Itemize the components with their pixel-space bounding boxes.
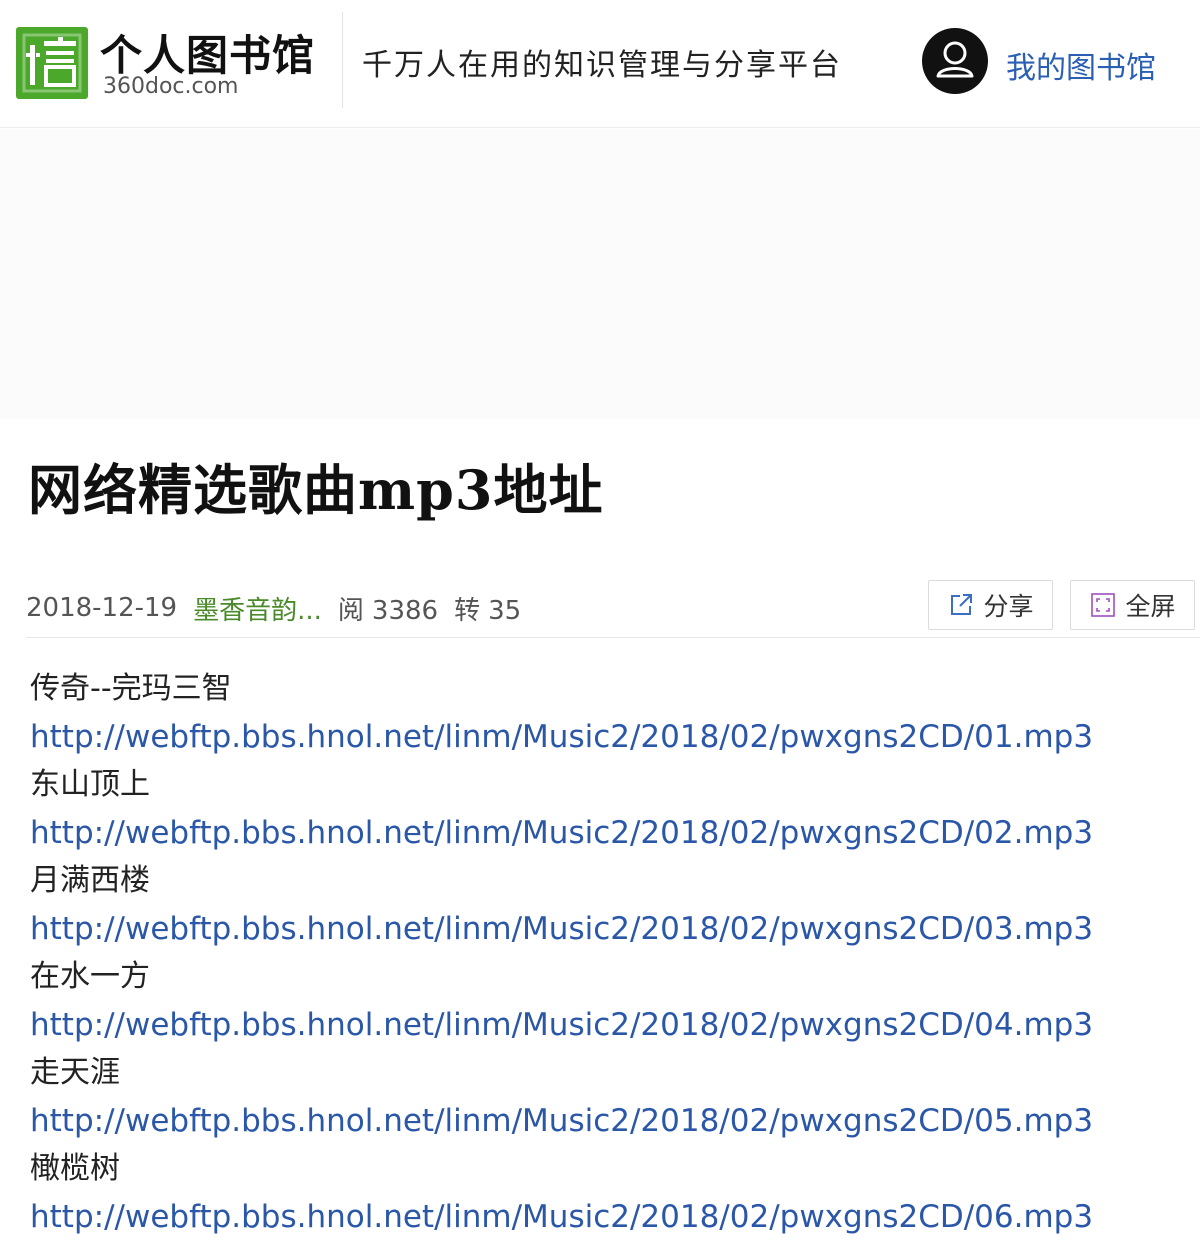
list-item: 走天涯 http://webftp.bbs.hnol.net/linm/Musi… [30, 1049, 1190, 1145]
my-library-link[interactable]: 我的图书馆 [1006, 43, 1156, 87]
song-title: 在水一方 [30, 959, 150, 994]
fullscreen-button[interactable]: 全屏 [1070, 580, 1195, 630]
article-author[interactable]: 墨香音韵... [193, 590, 322, 627]
mp3-link[interactable]: http://webftp.bbs.hnol.net/linm/Music2/2… [30, 905, 1190, 953]
fullscreen-label: 全屏 [1125, 592, 1176, 621]
list-item: 传奇--完玛三智 http://webftp.bbs.hnol.net/linm… [30, 665, 1190, 761]
song-list: 传奇--完玛三智 http://webftp.bbs.hnol.net/linm… [30, 665, 1190, 1241]
meta-divider [26, 637, 1200, 638]
user-avatar-icon[interactable] [922, 28, 988, 94]
song-title: 东山顶上 [30, 767, 150, 802]
share-label: 分享 [983, 592, 1034, 621]
article-title: 网络精选歌曲mp3地址 [28, 458, 604, 522]
article-meta: 2018-12-19 墨香音韵... 阅 3386 转 35 [26, 588, 537, 628]
share-icon [951, 594, 973, 615]
song-title: 月满西楼 [30, 863, 150, 898]
site-tagline: 千万人在用的知识管理与分享平台 [362, 48, 842, 83]
mp3-link[interactable]: http://webftp.bbs.hnol.net/linm/Music2/2… [30, 1193, 1190, 1241]
reposts-label: 转 [454, 595, 481, 626]
list-item: 在水一方 http://webftp.bbs.hnol.net/linm/Mus… [30, 953, 1190, 1049]
share-button[interactable]: 分享 [928, 580, 1053, 630]
mp3-link[interactable]: http://webftp.bbs.hnol.net/linm/Music2/2… [30, 1097, 1190, 1145]
fullscreen-icon [1091, 593, 1116, 617]
library-logo-icon[interactable] [16, 27, 88, 99]
list-item: 橄榄树 http://webftp.bbs.hnol.net/linm/Musi… [30, 1145, 1190, 1241]
ad-banner-area [0, 129, 1200, 419]
article-date: 2018-12-19 [26, 593, 178, 623]
site-header: 个人图书馆 360doc.com 千万人在用的知识管理与分享平台 我的图书馆 [0, 0, 1200, 128]
reads-label: 阅 [337, 595, 364, 626]
song-title: 橄榄树 [30, 1151, 120, 1186]
reads-count: 3386 [371, 595, 439, 626]
song-title: 走天涯 [30, 1055, 120, 1090]
list-item: 月满西楼 http://webftp.bbs.hnol.net/linm/Mus… [30, 857, 1190, 953]
header-divider [342, 12, 343, 108]
mp3-link[interactable]: http://webftp.bbs.hnol.net/linm/Music2/2… [30, 809, 1190, 857]
list-item: 东山顶上 http://webftp.bbs.hnol.net/linm/Mus… [30, 761, 1190, 857]
brand-domain: 360doc.com [103, 74, 239, 99]
mp3-link[interactable]: http://webftp.bbs.hnol.net/linm/Music2/2… [30, 1001, 1190, 1049]
reads-stat: 阅 3386 [338, 590, 438, 627]
song-title: 传奇--完玛三智 [30, 671, 232, 706]
reposts-stat: 转 35 [454, 590, 521, 627]
reposts-count: 35 [488, 595, 522, 626]
mp3-link[interactable]: http://webftp.bbs.hnol.net/linm/Music2/2… [30, 713, 1190, 761]
